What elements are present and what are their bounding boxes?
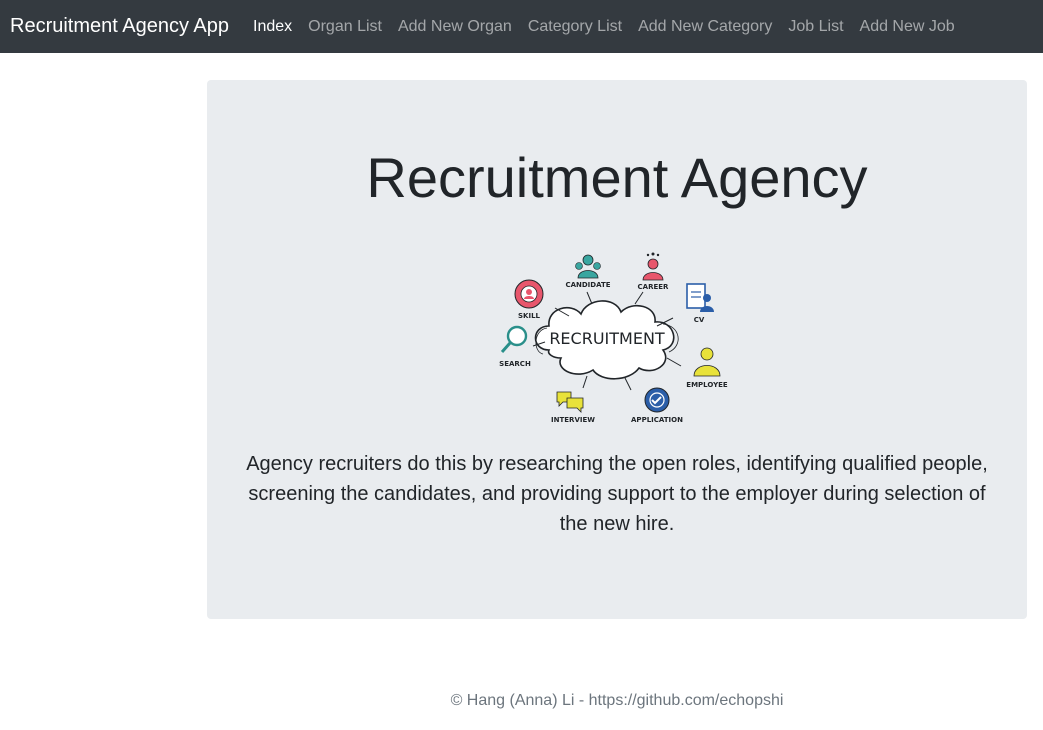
nav-index[interactable]: Index (245, 18, 300, 36)
employee-icon: EMPLOYEE (686, 347, 728, 389)
nav-organ-list[interactable]: Organ List (300, 18, 390, 36)
search-icon: SEARCH (499, 325, 531, 368)
recruitment-cloud-icon: RECRUITMENT (534, 300, 679, 380)
recruitment-center-label: RECRUITMENT (549, 329, 665, 348)
nav-category-list[interactable]: Category List (520, 18, 630, 36)
footer-text: © Hang (Anna) Li - https://github.com/ec… (450, 692, 784, 709)
career-label: CAREER (638, 283, 670, 291)
application-icon: APPLICATION (631, 387, 683, 424)
interview-icon: INTERVIEW (551, 391, 595, 424)
cv-icon: CV (686, 283, 714, 324)
career-icon: CAREER (638, 252, 670, 291)
search-label: SEARCH (499, 360, 531, 368)
nav-add-new-job[interactable]: Add New Job (852, 18, 963, 36)
recruitment-illustration: RECRUITMENT CANDIDATE CAREER SKILL CV SE… (499, 252, 728, 424)
hero-jumbotron: Recruitment Agency RECRUITMENT CANDIDATE… (207, 80, 1027, 619)
employee-label: EMPLOYEE (686, 381, 728, 389)
nav-add-new-category[interactable]: Add New Category (630, 18, 780, 36)
skill-label: SKILL (518, 312, 541, 320)
nav-job-list[interactable]: Job List (780, 18, 851, 36)
interview-label: INTERVIEW (551, 416, 595, 424)
cv-label: CV (694, 316, 705, 324)
nav-add-new-organ[interactable]: Add New Organ (390, 18, 520, 36)
brand-link[interactable]: Recruitment Agency App (10, 15, 229, 38)
candidate-icon: CANDIDATE (565, 254, 611, 289)
hero-description: Agency recruiters do this by researching… (246, 453, 988, 535)
footer: © Hang (Anna) Li - https://github.com/ec… (207, 692, 1027, 710)
application-label: APPLICATION (631, 416, 683, 424)
top-navbar: Recruitment Agency App Index Organ List … (0, 0, 1043, 53)
candidate-label: CANDIDATE (565, 281, 610, 289)
page-title: Recruitment Agency (366, 146, 868, 209)
skill-icon: SKILL (514, 279, 544, 320)
